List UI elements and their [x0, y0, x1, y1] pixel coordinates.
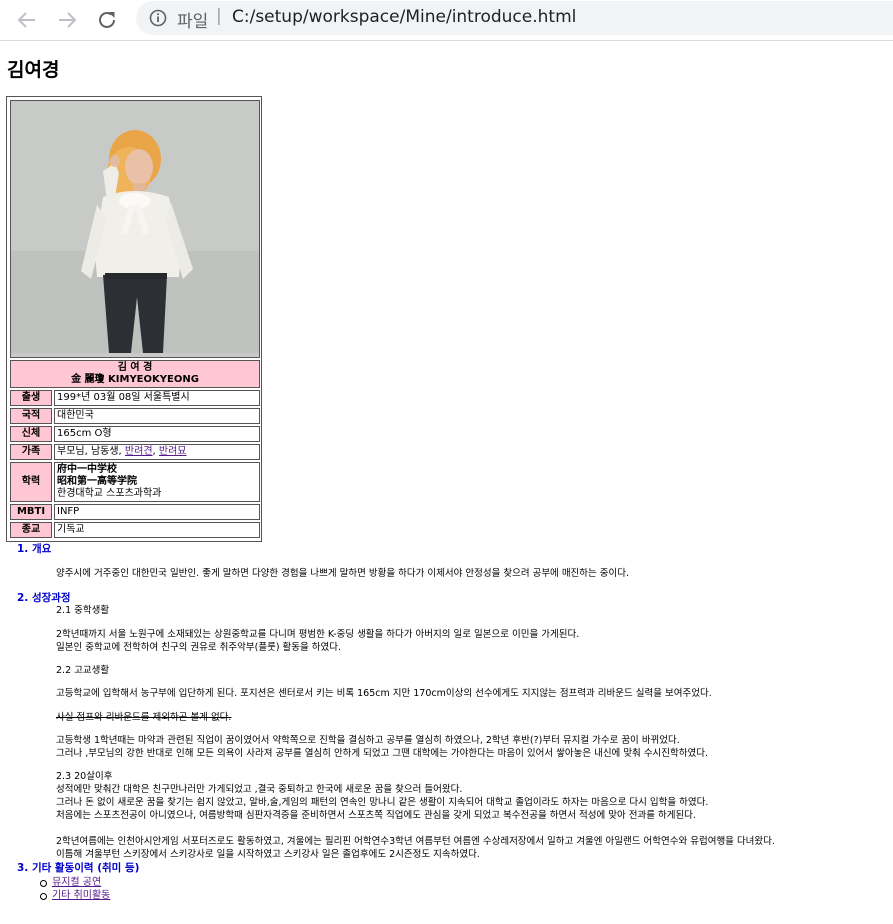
profile-label: 국적 [10, 408, 52, 424]
high-school-strike-text: 사실 점프와 리바운드를 제외하곤 볼게 없다. [56, 712, 232, 723]
address-bar[interactable]: 파일 | C:/setup/workspace/Mine/introduce.h… [136, 1, 893, 35]
list-item: 뮤지컬 공연 [38, 877, 110, 890]
profile-label: 출생 [10, 390, 52, 406]
profile-row-birth: 출생 199*년 03월 08일 서울특별시 [10, 390, 260, 406]
info-icon[interactable] [149, 9, 167, 27]
profile-photo [10, 100, 260, 358]
profile-value: 기독교 [54, 522, 260, 538]
musical-link[interactable]: 뮤지컬 공연 [52, 877, 101, 888]
activities-list: 뮤지컬 공연 기타 취미활동 [38, 877, 110, 903]
address-scheme: 파일 [177, 12, 209, 32]
twenties-title: 2.3 20살이후 [56, 771, 113, 782]
profile-label: MBTI [10, 504, 52, 520]
browser-toolbar: 파일 | C:/setup/workspace/Mine/introduce.h… [0, 0, 893, 41]
profile-name-korean: 김 여 경 [117, 362, 153, 373]
twenties-line: 처음에는 스포츠전공이 아니였으나, 여름방학때 심판자격증을 준비하면서 스포… [56, 810, 696, 821]
profile-value: 165cm O형 [54, 426, 260, 442]
back-arrow-icon [17, 12, 35, 28]
profile-value: 府中一中学校 昭和第一高等学院 한경대학교 스포츠과학과 [54, 462, 260, 502]
twenties-line: 2학년여름에는 인천아시안게임 서포터즈로도 활동하였고, 겨울에는 필리핀 어… [56, 836, 775, 847]
high-school-line: 고등학교에 입학해서 농구부에 입단하게 된다. 포지션은 센터로서 키는 비록… [56, 688, 712, 699]
section-heading-overview: 1. 개요 [17, 543, 52, 555]
middle-school-line: 일본인 중학교에 전학하여 친구의 권유로 취주악부(플룻) 활동을 하였다. [56, 642, 342, 653]
twenties-line: 성적에만 맞춰간 대학은 친구만나러만 가게되었고 ,결국 중퇴하고 한국에 새… [56, 784, 463, 795]
profile-name-cell: 김 여 경 金 麗瓊 KIMYEOKYEONG [10, 360, 260, 388]
section-heading-growth: 2. 성장과정 [17, 592, 71, 604]
profile-value: INFP [54, 504, 260, 520]
profile-row-education: 학력 府中一中学校 昭和第一高等学院 한경대학교 스포츠과학과 [10, 462, 260, 502]
overview-text: 양주시에 거주중인 대한민국 일반인. 좋게 말하면 다양한 경험을 나쁘게 말… [56, 568, 630, 579]
high-school-line: 그러나 ,부모님의 강한 반대로 인해 모든 의욕이 사라져 공부를 열심히 안… [56, 748, 709, 759]
profile-value: 부모님, 남동생, 반려견, 반려묘 [54, 444, 260, 460]
twenties-line: 이틈해 겨울부턴 스키장에서 스키강사로 일을 시작하였고 스키강사 일은 졸업… [56, 849, 480, 860]
education-line: 昭和第一高等学院 [57, 476, 137, 487]
high-school-title: 2.2 고교생활 [56, 665, 110, 676]
dog-link[interactable]: 반려견 [125, 446, 153, 457]
profile-label: 학력 [10, 462, 52, 502]
page-title: 김여경 [7, 59, 60, 81]
profile-row-mbti: MBTI INFP [10, 504, 260, 520]
education-line: 한경대학교 스포츠과학과 [57, 488, 162, 499]
profile-row-body: 신체 165cm O형 [10, 426, 260, 442]
family-text: 부모님, 남동생, [57, 446, 125, 457]
profile-name-roman: 金 麗瓊 KIMYEOKYEONG [71, 374, 199, 385]
forward-button[interactable] [52, 5, 82, 35]
middle-school-title: 2.1 중학생활 [56, 605, 110, 616]
profile-row-family: 가족 부모님, 남동생, 반려견, 반려묘 [10, 444, 260, 460]
address-url[interactable]: C:/setup/workspace/Mine/introduce.html [232, 7, 576, 27]
address-separator: | [216, 6, 222, 26]
middle-school-line: 2학년때까지 서울 노원구에 소재돼있는 상원중학교를 다니며 평범한 K-중딩… [56, 629, 580, 640]
profile-value: 대한민국 [54, 408, 260, 424]
profile-label: 종교 [10, 522, 52, 538]
profile-photo-image [11, 101, 259, 353]
section-heading-activities: 3. 기타 활동이력 (취미 등) [17, 862, 140, 874]
reload-button[interactable] [92, 5, 122, 35]
profile-label: 가족 [10, 444, 52, 460]
profile-table: 김 여 경 金 麗瓊 KIMYEOKYEONG 출생 199*년 03월 08일… [6, 96, 262, 542]
profile-row-religion: 종교 기독교 [10, 522, 260, 538]
reload-icon [99, 11, 115, 28]
forward-arrow-icon [59, 12, 77, 28]
high-school-line: 고등학생 1학년때는 마약과 관련된 직업이 꿈이였어서 약학쪽으로 진학을 결… [56, 735, 680, 746]
hobby-link[interactable]: 기타 취미활동 [52, 890, 110, 901]
cat-link[interactable]: 반려묘 [159, 446, 187, 457]
back-button[interactable] [12, 5, 42, 35]
list-item: 기타 취미활동 [38, 890, 110, 903]
profile-value: 199*년 03월 08일 서울특별시 [54, 390, 260, 406]
profile-row-nationality: 국적 대한민국 [10, 408, 260, 424]
education-line: 府中一中学校 [57, 464, 117, 475]
twenties-line: 그러나 돈 없이 새로운 꿈을 찾기는 쉽지 않았고, 알바,술,게임의 패턴의… [56, 797, 709, 808]
profile-label: 신체 [10, 426, 52, 442]
